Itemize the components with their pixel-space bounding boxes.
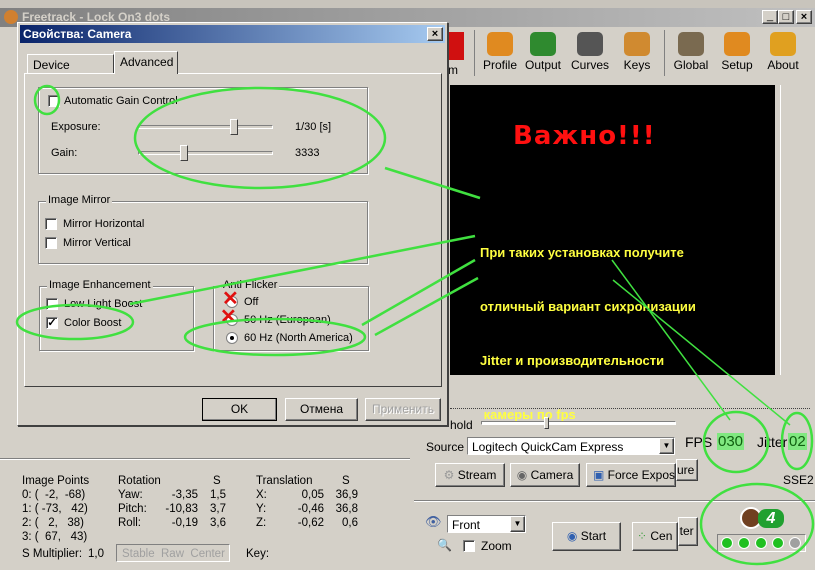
annotation-ellipse-sliders <box>133 86 387 190</box>
annotation-ellipse-60hz <box>183 317 367 357</box>
tab-advanced[interactable]: Advanced <box>114 51 178 74</box>
annotation-line-jitter <box>612 279 791 426</box>
annotation-ellipse-color-boost <box>15 303 135 341</box>
annotation-arrow <box>129 234 476 306</box>
annotation-ellipse-fps <box>702 410 770 474</box>
annotation-ellipse-agc <box>33 84 61 116</box>
annotation-arrow <box>384 166 481 200</box>
annotation-ellipse-leds <box>699 482 815 566</box>
annotation-overlay <box>15 84 815 566</box>
annotation-line-fps <box>611 259 731 421</box>
annotation-arrow <box>361 258 476 327</box>
